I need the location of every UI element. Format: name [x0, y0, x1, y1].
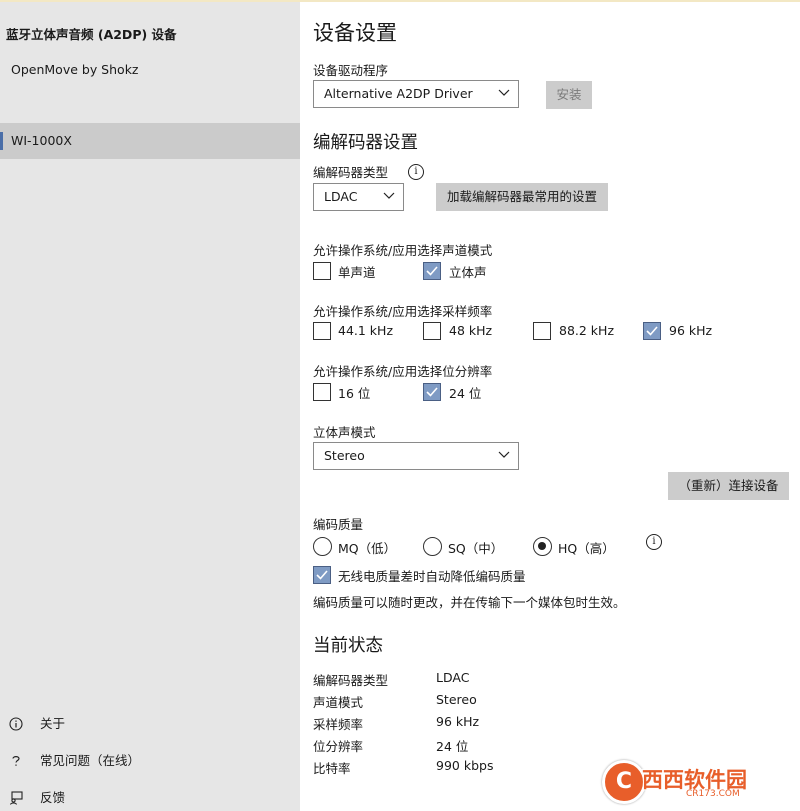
sidebar-item-wi-1000x[interactable]: WI-1000X: [0, 123, 300, 159]
stereo-mode-value: Stereo: [324, 448, 365, 463]
quality-hq-label: HQ（高）: [558, 541, 615, 556]
checkmark-icon: [646, 326, 658, 336]
bit-depth-16-checkbox[interactable]: [313, 383, 331, 401]
bit-depth-24-label: 24 位: [449, 386, 482, 401]
current-status-title: 当前状态: [313, 636, 383, 656]
bit-depth-24-checkbox[interactable]: [423, 383, 441, 401]
sidebar-about-label: 关于: [40, 716, 66, 731]
quality-hq-radio[interactable]: [533, 537, 552, 556]
sidebar-feedback[interactable]: 反馈: [0, 783, 300, 811]
sample-rate-44-label: 44.1 kHz: [338, 323, 394, 338]
sidebar-faq[interactable]: 常见问题（在线）: [0, 746, 300, 776]
quality-info-icon[interactable]: i: [646, 534, 662, 550]
mono-checkbox[interactable]: [313, 262, 331, 280]
status-value: 24 位: [436, 739, 469, 754]
quality-mq-label: MQ（低）: [338, 541, 397, 556]
codec-info-icon[interactable]: i: [408, 164, 424, 180]
sample-rate-96-checkbox[interactable]: [643, 322, 661, 340]
codec-type-select[interactable]: LDAC: [313, 183, 404, 211]
mono-label: 单声道: [338, 265, 376, 280]
bit-depth-16-label: 16 位: [338, 386, 371, 401]
chevron-down-icon: [383, 192, 395, 199]
stereo-label: 立体声: [449, 265, 487, 280]
sample-rate-96-label: 96 kHz: [669, 323, 713, 338]
sidebar: 蓝牙立体声音频 (A2DP) 设备 OpenMove by Shokz WI-1…: [0, 2, 300, 811]
driver-select[interactable]: Alternative A2DP Driver: [313, 80, 519, 108]
status-value: LDAC: [436, 670, 470, 685]
status-key: 比特率: [313, 761, 351, 776]
watermark-site: CR173.COM: [686, 789, 740, 799]
status-key: 位分辨率: [313, 739, 364, 754]
auto-lower-quality-checkbox[interactable]: [313, 566, 331, 584]
auto-lower-quality-label: 无线电质量差时自动降低编码质量: [338, 569, 526, 584]
info-icon: [9, 717, 23, 731]
watermark-logo: C 西西软件园 CR173.COM: [602, 760, 792, 804]
radio-selected-dot: [538, 542, 546, 550]
status-key: 采样频率: [313, 717, 364, 732]
reconnect-device-button[interactable]: （重新）连接设备: [668, 472, 789, 500]
quality-mq-radio[interactable]: [313, 537, 332, 556]
checkmark-icon: [316, 570, 328, 580]
load-common-settings-button[interactable]: 加载编解码器最常用的设置: [436, 183, 608, 211]
stereo-checkbox[interactable]: [423, 262, 441, 280]
quality-sq-radio[interactable]: [423, 537, 442, 556]
checkmark-icon: [426, 387, 438, 397]
sidebar-item-openmove[interactable]: OpenMove by Shokz: [0, 52, 300, 88]
sample-rate-88-label: 88.2 kHz: [559, 323, 615, 338]
app-title: 蓝牙立体声音频 (A2DP) 设备: [6, 27, 177, 42]
sidebar-item-label: OpenMove by Shokz: [11, 62, 139, 77]
codec-settings-title: 编解码器设置: [313, 133, 418, 153]
sample-rate-48-label: 48 kHz: [449, 323, 493, 338]
sample-rate-48-checkbox[interactable]: [423, 322, 441, 340]
feedback-icon: [9, 791, 23, 805]
device-settings-title: 设备设置: [313, 21, 397, 45]
quality-sq-label: SQ（中）: [448, 541, 504, 556]
channel-mode-label: 允许操作系统/应用选择声道模式: [313, 243, 493, 258]
driver-select-value: Alternative A2DP Driver: [324, 86, 473, 101]
status-value: Stereo: [436, 692, 477, 707]
status-key: 声道模式: [313, 695, 364, 710]
quality-label: 编码质量: [313, 517, 364, 532]
sidebar-about[interactable]: 关于: [0, 709, 300, 739]
sample-rate-88-checkbox[interactable]: [533, 322, 551, 340]
bit-depth-label: 允许操作系统/应用选择位分辨率: [313, 364, 493, 379]
chevron-down-icon: [498, 451, 510, 458]
chevron-down-icon: [498, 89, 510, 96]
sidebar-feedback-label: 反馈: [40, 790, 66, 805]
codec-type-value: LDAC: [324, 189, 358, 204]
sidebar-item-label: WI-1000X: [11, 133, 72, 148]
install-button[interactable]: 安装: [546, 81, 592, 109]
question-icon: [9, 754, 23, 768]
stereo-mode-select[interactable]: Stereo: [313, 442, 519, 470]
sample-rate-44-checkbox[interactable]: [313, 322, 331, 340]
stereo-mode-label: 立体声模式: [313, 425, 376, 440]
watermark-circle-icon: C: [602, 760, 646, 804]
sidebar-faq-label: 常见问题（在线）: [40, 753, 141, 768]
checkmark-icon: [426, 266, 438, 276]
status-key: 编解码器类型: [313, 673, 389, 688]
sample-rate-label: 允许操作系统/应用选择采样频率: [313, 304, 493, 319]
quality-note: 编码质量可以随时更改，并在传输下一个媒体包时生效。: [313, 595, 626, 610]
status-value: 96 kHz: [436, 714, 480, 729]
status-value: 990 kbps: [436, 758, 494, 773]
driver-label: 设备驱动程序: [313, 63, 389, 78]
codec-type-label: 编解码器类型: [313, 165, 389, 180]
